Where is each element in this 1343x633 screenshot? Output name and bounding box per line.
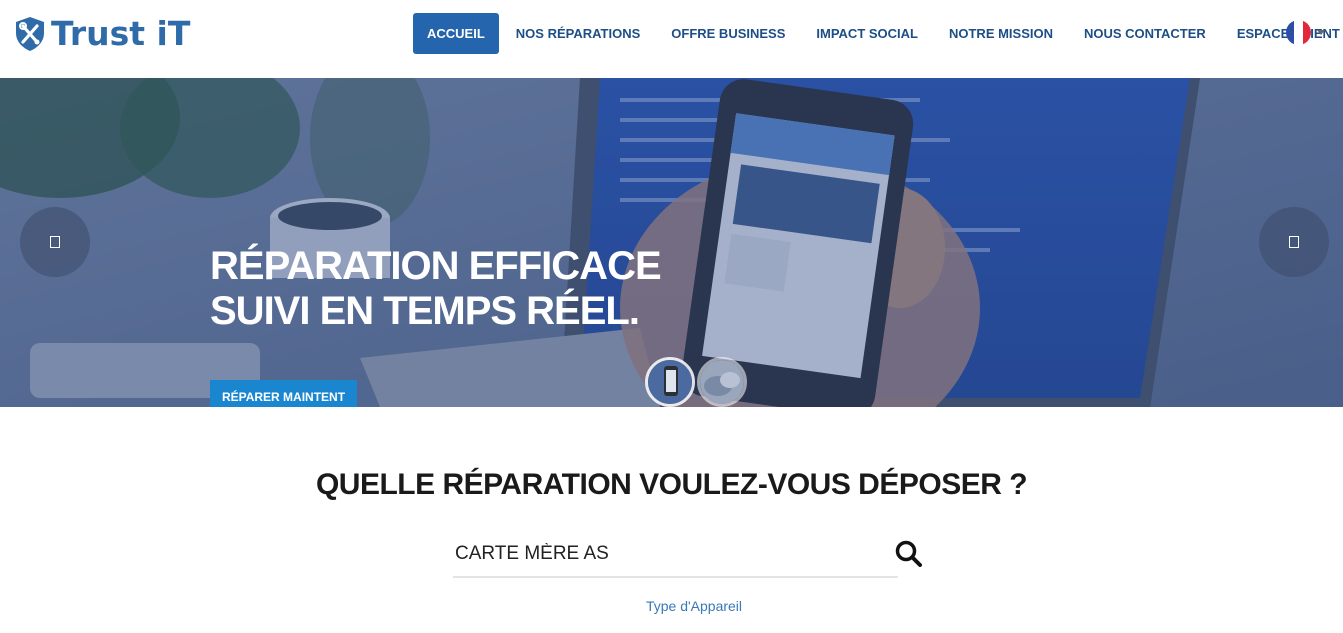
hero-headline-line1: RÉPARATION EFFICACE	[210, 244, 662, 288]
hero-headline: RÉPARATION EFFICACE SUIVI EN TEMPS RÉEL.	[210, 244, 662, 334]
flag-france-icon	[1286, 20, 1311, 45]
device-type-link[interactable]: Type d'Appareil	[0, 598, 1343, 614]
nav-item-nos-reparations[interactable]: NOS RÉPARATIONS	[502, 13, 654, 54]
search-icon[interactable]	[894, 539, 924, 569]
shield-tools-icon	[16, 17, 44, 51]
nav-item-offre-business[interactable]: OFFRE BUSINESS	[657, 13, 799, 54]
caret-down-icon	[1317, 30, 1325, 35]
prev-arrow-icon	[50, 236, 60, 248]
nav-item-impact-social[interactable]: IMPACT SOCIAL	[802, 13, 932, 54]
nav-item-nous-contacter[interactable]: NOUS CONTACTER	[1070, 13, 1220, 54]
carousel-thumbnails	[645, 357, 749, 407]
nav-item-notre-mission[interactable]: NOTRE MISSION	[935, 13, 1067, 54]
carousel-prev-button[interactable]	[20, 207, 90, 277]
slide-thumb-phone[interactable]	[645, 357, 695, 407]
repair-now-button[interactable]: RÉPARER MAINTENT	[210, 380, 357, 407]
site-header: Trust iT ACCUEIL NOS RÉPARATIONS OFFRE B…	[0, 0, 1343, 78]
next-arrow-icon	[1289, 236, 1299, 248]
main-nav: ACCUEIL NOS RÉPARATIONS OFFRE BUSINESS I…	[413, 13, 1343, 54]
nav-item-accueil[interactable]: ACCUEIL	[413, 13, 499, 54]
repair-search-input[interactable]	[453, 534, 873, 574]
language-selector[interactable]	[1286, 20, 1325, 45]
slide-thumb-hands[interactable]	[697, 357, 747, 407]
repair-search-box	[453, 534, 922, 578]
brand-logo[interactable]: Trust iT	[14, 12, 190, 56]
hero-carousel: RÉPARATION EFFICACE SUIVI EN TEMPS RÉEL.…	[0, 78, 1343, 407]
brand-name: Trust iT	[51, 14, 191, 53]
hero-headline-line2: SUIVI EN TEMPS RÉEL.	[210, 289, 640, 333]
carousel-next-button[interactable]	[1259, 207, 1329, 277]
repair-question-heading: QUELLE RÉPARATION VOULEZ-VOUS DÉPOSER ?	[315, 468, 1028, 501]
